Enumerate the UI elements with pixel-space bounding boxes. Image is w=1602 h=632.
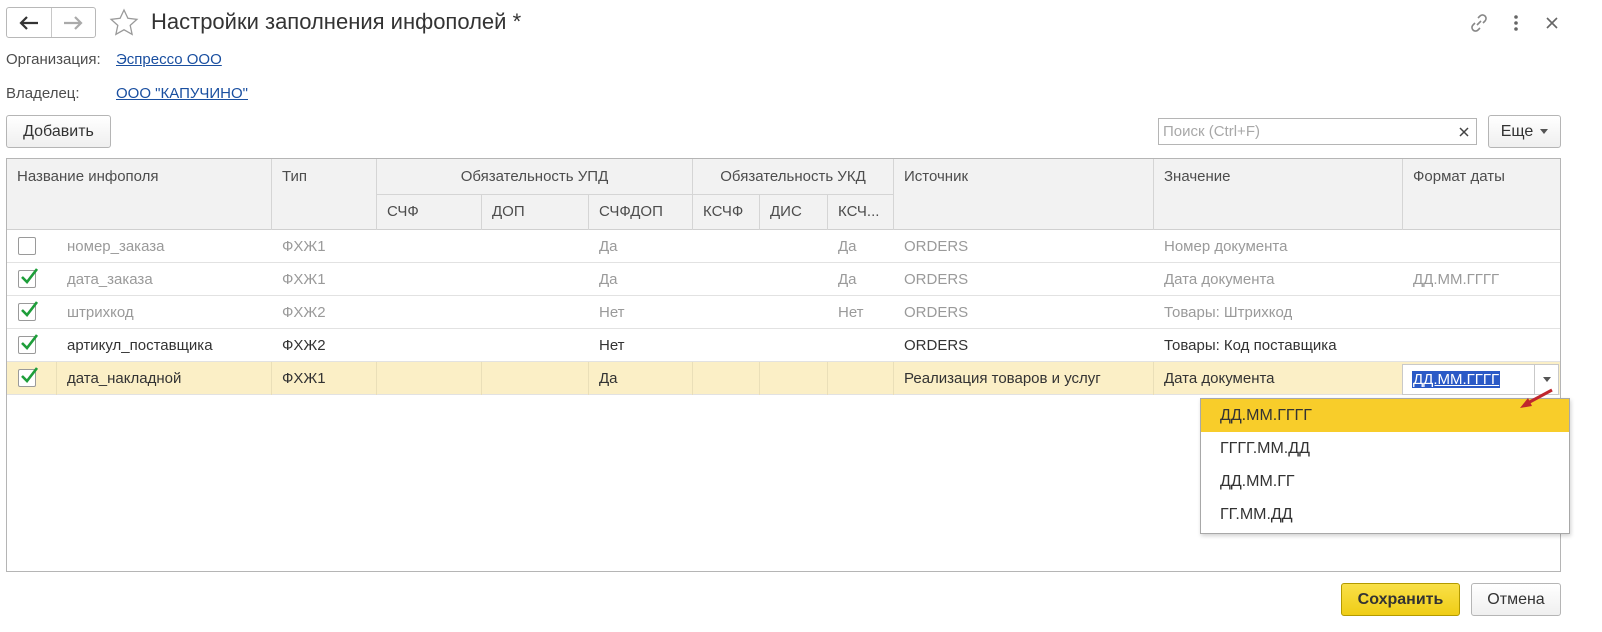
- header-dis[interactable]: ДИС: [760, 203, 827, 220]
- star-icon[interactable]: [109, 8, 139, 38]
- row-checkbox[interactable]: [18, 367, 38, 387]
- cell-type: ФХЖ1: [282, 370, 326, 387]
- cell-name: дата_заказа: [67, 271, 153, 288]
- cell-name: номер_заказа: [67, 238, 165, 255]
- header-upd-group: Обязательность УПД: [460, 168, 609, 185]
- link-icon[interactable]: [1468, 12, 1490, 34]
- date-format-editor-text[interactable]: ДД.ММ.ГГГГ: [1412, 371, 1501, 388]
- owner-link[interactable]: ООО "КАПУЧИНО": [116, 85, 248, 102]
- arrow-left-icon: [19, 15, 38, 30]
- table-row-selected[interactable]: дата_накладной ФХЖ1 Да Реализация товаро…: [7, 362, 1560, 395]
- add-button[interactable]: Добавить: [6, 115, 111, 148]
- header-dop[interactable]: ДОП: [482, 203, 588, 220]
- header-name[interactable]: Название инфополя: [7, 168, 271, 185]
- search-input[interactable]: [1158, 118, 1452, 145]
- cell-sfdop: Да: [599, 271, 618, 288]
- table-row[interactable]: дата_заказа ФХЖ1 Да Да ORDERS Дата докум…: [7, 263, 1560, 296]
- back-button[interactable]: [7, 8, 51, 37]
- checkmark-icon: [21, 367, 38, 383]
- cell-type: ФХЖ1: [282, 271, 326, 288]
- row-checkbox[interactable]: [18, 268, 38, 288]
- header-sfdop[interactable]: СЧФДОП: [589, 203, 692, 220]
- cell-name: штрихкод: [67, 304, 134, 321]
- cell-sfdop: Да: [599, 370, 618, 387]
- cell-ksfdis: [828, 362, 893, 395]
- navigation-buttons: [6, 7, 96, 38]
- row-checkbox[interactable]: [18, 301, 38, 321]
- cell-type: ФХЖ1: [282, 238, 326, 255]
- table-row[interactable]: артикул_поставщика ФХЖ2 Нет ORDERS Товар…: [7, 329, 1560, 362]
- header-value[interactable]: Значение: [1154, 168, 1402, 185]
- cell-ksfdis: Да: [838, 271, 857, 288]
- cell-sfdop: Нет: [599, 304, 625, 321]
- forward-button[interactable]: [50, 8, 96, 37]
- cell-value: Дата документа: [1164, 370, 1275, 387]
- save-button[interactable]: Сохранить: [1341, 583, 1460, 616]
- cell-value: Товары: Код поставщика: [1164, 337, 1337, 354]
- cell-value: Товары: Штрихкод: [1164, 304, 1293, 321]
- red-arrow-icon: [1520, 388, 1553, 408]
- cell-type: ФХЖ2: [282, 337, 326, 354]
- header-ksfdis[interactable]: КСЧ...: [828, 203, 893, 220]
- cell-ksfdis: [828, 329, 893, 362]
- cell-date-format: [1403, 230, 1560, 263]
- header-date-format[interactable]: Формат даты: [1403, 168, 1560, 185]
- cell-sfdop: Нет: [599, 337, 625, 354]
- more-button[interactable]: Еще: [1488, 115, 1561, 148]
- cell-date-format: ДД.ММ.ГГГГ: [1413, 271, 1500, 288]
- row-checkbox[interactable]: [18, 237, 36, 255]
- dropdown-option[interactable]: ГГ.ММ.ДД: [1201, 498, 1569, 531]
- cell-source: Реализация товаров и услуг: [904, 370, 1101, 387]
- dropdown-option[interactable]: ДД.ММ.ГГ: [1201, 465, 1569, 498]
- header-ukd-group: Обязательность УКД: [720, 168, 866, 185]
- close-icon[interactable]: [1541, 12, 1563, 34]
- cell-source: ORDERS: [904, 271, 969, 288]
- arrow-right-icon: [64, 15, 83, 30]
- header-sf[interactable]: СЧФ: [377, 203, 481, 220]
- cell-name: дата_накладной: [67, 370, 182, 387]
- row-checkbox[interactable]: [18, 334, 38, 354]
- header-source[interactable]: Источник: [894, 168, 1153, 185]
- organization-link[interactable]: Эспрессо ООО: [116, 51, 222, 68]
- cell-sfdop: Да: [599, 238, 618, 255]
- table-row[interactable]: номер_заказа ФХЖ1 Да Да ORDERS Номер док…: [7, 230, 1560, 263]
- cell-source: ORDERS: [904, 238, 969, 255]
- cell-name: артикул_поставщика: [67, 337, 213, 354]
- more-button-label: Еще: [1500, 122, 1534, 140]
- owner-label: Владелец:: [6, 85, 80, 102]
- more-vertical-icon[interactable]: [1505, 12, 1527, 34]
- table-row[interactable]: штрихкод ФХЖ2 Нет Нет ORDERS Товары: Штр…: [7, 296, 1560, 329]
- checkmark-icon: [21, 301, 38, 317]
- clear-icon: [1458, 126, 1469, 137]
- cancel-button[interactable]: Отмена: [1471, 583, 1561, 616]
- cell-ksfdis: Нет: [838, 304, 864, 321]
- header-ksf[interactable]: КСЧФ: [693, 203, 759, 220]
- cell-value: Дата документа: [1164, 271, 1275, 288]
- table-header: Название инфополя Тип Обязательность УПД…: [7, 159, 1560, 230]
- cell-source: ORDERS: [904, 337, 969, 354]
- dropdown-option[interactable]: ДД.ММ.ГГГГ: [1201, 399, 1569, 432]
- date-format-dropdown-list: ДД.ММ.ГГГГ ГГГГ.ММ.ДД ДД.ММ.ГГ ГГ.ММ.ДД: [1200, 398, 1570, 534]
- cell-type: ФХЖ2: [282, 304, 326, 321]
- cell-date-format: [1403, 329, 1560, 362]
- checkmark-icon: [21, 334, 38, 350]
- chevron-down-icon: [1540, 129, 1549, 134]
- page-title: Настройки заполнения инфополей *: [151, 9, 522, 34]
- dropdown-option[interactable]: ГГГГ.ММ.ДД: [1201, 432, 1569, 465]
- cell-ksfdis: Да: [838, 238, 857, 255]
- chevron-down-icon: [1542, 377, 1551, 382]
- cell-value: Номер документа: [1164, 238, 1288, 255]
- organization-label: Организация:: [6, 51, 101, 68]
- header-type[interactable]: Тип: [272, 168, 376, 185]
- cell-date-format: [1403, 296, 1560, 329]
- cell-source: ORDERS: [904, 304, 969, 321]
- checkmark-icon: [21, 268, 38, 284]
- search-clear-button[interactable]: [1451, 118, 1477, 145]
